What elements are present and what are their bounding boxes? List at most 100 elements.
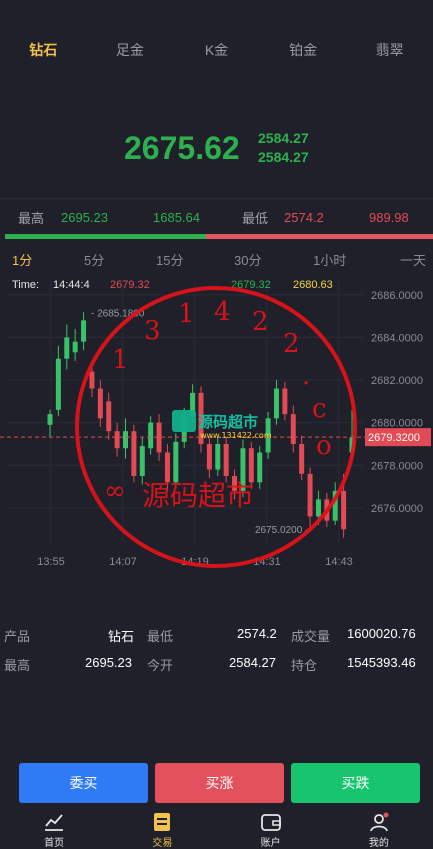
- high-low-stats: 最高 2695.23 1685.64 最低 2574.2 989.98: [0, 198, 433, 235]
- sell-ratio-fill: [206, 234, 433, 239]
- period-1h[interactable]: 1小时: [313, 250, 346, 269]
- min-price-label: 2675.0200 -: [255, 525, 308, 536]
- info-value-open: 2584.27: [229, 655, 276, 670]
- tab-k-gold[interactable]: K金: [173, 0, 260, 95]
- period-1m[interactable]: 1分: [12, 250, 32, 269]
- info-label-product: 产品: [4, 629, 31, 644]
- y-tick-label: 2680.0000: [371, 418, 423, 430]
- logo-text: 源码超市: [198, 413, 258, 431]
- info-label-open: 今开: [147, 658, 174, 673]
- logo-icon: [172, 410, 196, 432]
- info-value-position: 1545393.46: [347, 655, 416, 670]
- candle-body: [164, 452, 170, 483]
- tab-jade[interactable]: 翡翠: [346, 0, 433, 95]
- buy-down-button[interactable]: 买跌: [291, 763, 420, 803]
- price-line-2: 2584.27: [258, 149, 309, 165]
- high-value: 2695.23: [61, 209, 108, 225]
- period-selector: 1分 5分 15分 30分 1小时 一天: [0, 246, 433, 272]
- candle-body: [173, 441, 179, 483]
- y-tick-label: 2682.0000: [371, 375, 423, 387]
- candle-body: [72, 341, 78, 353]
- candle-body: [282, 388, 288, 415]
- candle-body: [299, 443, 305, 474]
- wallet-icon: [260, 814, 281, 831]
- product-tabs: 钻石 足金 K金 铂金 翡翠: [0, 0, 433, 95]
- high-qty: 1685.64: [153, 209, 200, 225]
- candle-body: [97, 388, 103, 419]
- y-tick-label: 2686.0000: [371, 290, 423, 302]
- candle-body: [257, 452, 263, 483]
- y-tick-label: 2676.0000: [371, 503, 423, 515]
- tab-diamond[interactable]: 钻石: [0, 0, 87, 95]
- candle-body: [223, 443, 229, 476]
- x-tick-label: 14:43: [325, 556, 353, 568]
- candle-body: [106, 401, 112, 432]
- info-value-volume: 1600020.76: [347, 626, 416, 641]
- candle-body: [290, 414, 296, 444]
- current-price-tag-text: 2679.3200: [368, 432, 420, 444]
- buy-up-button[interactable]: 买涨: [155, 763, 284, 803]
- candle-body: [64, 337, 70, 359]
- info-value-high: 2695.23: [85, 655, 132, 670]
- nav-mine[interactable]: 我的: [325, 806, 433, 849]
- seal-main-text: ∞: [104, 476, 126, 506]
- buy-sell-ratio-bar: [5, 234, 433, 239]
- info-value-low: 2574.2: [237, 626, 277, 641]
- candle-body: [315, 499, 321, 517]
- candle-body: [206, 443, 212, 470]
- price-block: 2675.62 2584.27 2584.27: [0, 128, 433, 178]
- nav-trade-label: 交易: [152, 838, 173, 849]
- info-label-high: 最高: [4, 658, 31, 673]
- watermark-seal: 131 4 22 .c o ∞ 源码超市 源码超市 www.131422.com: [75, 286, 357, 568]
- logo-url: www.131422.com: [200, 431, 272, 440]
- period-15m[interactable]: 15分: [156, 250, 183, 269]
- header-value-1: 2679.32: [110, 279, 150, 291]
- candle-body: [81, 320, 87, 342]
- y-tick-label: 2684.0000: [371, 332, 423, 344]
- candle-body: [47, 414, 53, 425]
- bottom-nav: 首页 交易 账户 我的: [0, 806, 433, 849]
- nav-trade[interactable]: 交易: [108, 806, 216, 849]
- candle-body: [307, 473, 313, 517]
- info-value-product: 钻石: [108, 629, 135, 644]
- candle-body: [139, 446, 145, 476]
- time-label: Time:: [12, 279, 39, 291]
- candle-body: [123, 431, 128, 449]
- nav-home[interactable]: 首页: [0, 806, 108, 849]
- candle-body: [248, 448, 254, 483]
- price-line-1: 2584.27: [258, 130, 309, 146]
- header-value-3: 2680.63: [293, 279, 333, 291]
- candle-body: [114, 431, 120, 449]
- low-label: 最低: [242, 210, 269, 226]
- low-value: 2574.2: [284, 209, 324, 225]
- period-1d[interactable]: 一天: [400, 250, 426, 269]
- buy-ratio-fill: [5, 234, 207, 239]
- tab-gold[interactable]: 足金: [87, 0, 174, 95]
- entrust-buy-button[interactable]: 委买: [19, 763, 148, 803]
- time-value: 14:44:4: [53, 279, 90, 291]
- candle-body: [148, 422, 154, 449]
- period-5m[interactable]: 5分: [84, 250, 104, 269]
- current-price: 2675.62: [124, 130, 240, 166]
- info-label-low: 最低: [147, 629, 174, 644]
- chart-icon: [45, 814, 64, 831]
- candle-body: [131, 431, 137, 476]
- kline-chart-svg: 2686.0000 2684.0000 2682.0000 2680.0000 2678…: [0, 279, 431, 568]
- candle-body: [89, 371, 95, 389]
- low-qty: 989.98: [369, 209, 409, 225]
- candle-body: [341, 490, 347, 530]
- tab-platinum[interactable]: 铂金: [260, 0, 347, 95]
- seal-main-text-2: 源码超市: [142, 479, 254, 512]
- x-tick-label: 14:07: [109, 556, 137, 568]
- trade-icon: [154, 813, 171, 831]
- candle-body: [55, 358, 61, 410]
- candle-body: [274, 388, 279, 419]
- x-tick-label: 13:55: [37, 556, 65, 568]
- kline-chart[interactable]: 2686.0000 2684.0000 2682.0000 2680.0000 2678…: [0, 272, 433, 572]
- nav-account[interactable]: 账户: [217, 806, 325, 849]
- user-icon: [369, 812, 389, 832]
- candle-body: [215, 443, 221, 470]
- nav-mine-label: 我的: [368, 838, 389, 849]
- period-30m[interactable]: 30分: [234, 250, 261, 269]
- info-label-position: 持仓: [291, 658, 318, 673]
